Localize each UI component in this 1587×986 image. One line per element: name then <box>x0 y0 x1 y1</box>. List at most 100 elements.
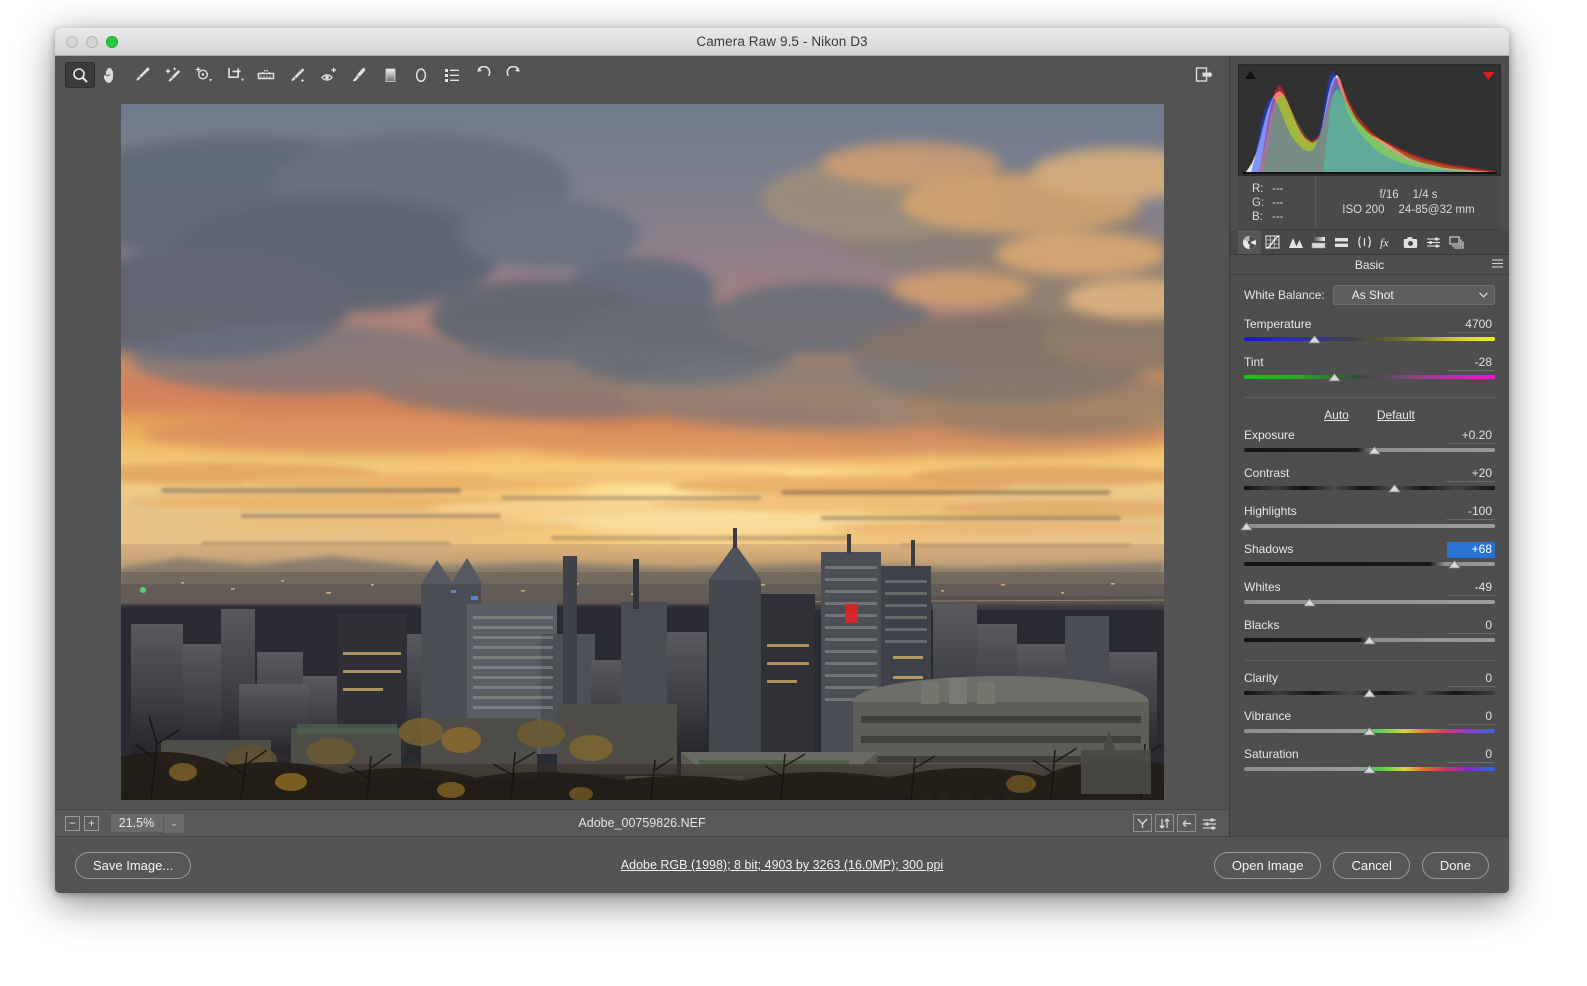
slider-label: Tint <box>1244 355 1264 369</box>
zoom-out-button[interactable]: − <box>65 816 80 831</box>
graduated-filter-tool[interactable] <box>375 62 405 88</box>
tab-snapshots[interactable] <box>1445 230 1468 254</box>
adjustment-brush-tool[interactable] <box>344 62 374 88</box>
slider-knob[interactable] <box>1303 598 1316 608</box>
slider-clarity[interactable]: Clarity 0 <box>1244 671 1495 700</box>
white-balance-tool[interactable] <box>127 62 157 88</box>
slider-value[interactable]: -28 <box>1447 355 1495 371</box>
red-eye-removal-tool[interactable] <box>313 62 343 88</box>
slider-knob[interactable] <box>1363 727 1376 737</box>
presets-tool[interactable] <box>437 62 467 88</box>
slider-track[interactable] <box>1244 445 1495 457</box>
slider-track[interactable] <box>1244 688 1495 700</box>
swap-before-after-icon[interactable] <box>1155 814 1174 832</box>
slider-track[interactable] <box>1244 635 1495 647</box>
before-after-preferences-icon[interactable] <box>1199 814 1221 832</box>
slider-knob[interactable] <box>1368 446 1381 456</box>
slider-value[interactable]: +0.20 <box>1447 428 1495 444</box>
exif-shutter: 1/4 s <box>1413 189 1438 201</box>
slider-value[interactable]: +68 <box>1447 542 1495 558</box>
slider-track[interactable] <box>1244 483 1495 495</box>
readout-row: G: --- <box>1252 197 1315 209</box>
slider-track[interactable] <box>1244 521 1495 533</box>
slider-track[interactable] <box>1244 334 1495 346</box>
raw-photo-preview[interactable] <box>121 104 1164 800</box>
slider-track[interactable] <box>1244 764 1495 776</box>
channel-value-b: --- <box>1272 211 1284 223</box>
slider-knob[interactable] <box>1363 765 1376 775</box>
zoom-level-value[interactable]: 21.5% <box>111 814 163 832</box>
copy-settings-icon[interactable] <box>1177 814 1196 832</box>
slider-label: Whites <box>1244 580 1281 594</box>
auto-link[interactable]: Auto <box>1324 408 1349 422</box>
tab-detail[interactable] <box>1284 230 1307 254</box>
slider-value[interactable]: 0 <box>1447 618 1495 634</box>
slider-temperature[interactable]: Temperature 4700 <box>1244 317 1495 346</box>
slider-knob[interactable] <box>1363 689 1376 699</box>
slider-exposure[interactable]: Exposure +0.20 <box>1244 428 1495 457</box>
targeted-adjustment-tool[interactable] <box>189 62 219 88</box>
open-image-button[interactable]: Open Image <box>1214 852 1322 879</box>
slider-value[interactable]: 0 <box>1447 747 1495 763</box>
panel-menu-icon[interactable] <box>1492 259 1503 271</box>
slider-value[interactable]: 0 <box>1447 671 1495 687</box>
tab-hsl-grayscale[interactable] <box>1307 230 1330 254</box>
crop-tool[interactable] <box>220 62 250 88</box>
rotate-counterclockwise-tool[interactable] <box>468 62 498 88</box>
spot-removal-tool[interactable] <box>282 62 312 88</box>
straighten-tool[interactable] <box>251 62 281 88</box>
slider-blacks[interactable]: Blacks 0 <box>1244 618 1495 647</box>
slider-knob[interactable] <box>1308 335 1321 345</box>
slider-track[interactable] <box>1244 726 1495 738</box>
slider-value[interactable]: +20 <box>1447 466 1495 482</box>
hand-tool[interactable] <box>96 62 126 88</box>
slider-label: Clarity <box>1244 671 1278 685</box>
tab-presets[interactable] <box>1422 230 1445 254</box>
tab-camera-calibration[interactable] <box>1399 230 1422 254</box>
tab-split-toning[interactable] <box>1330 230 1353 254</box>
rotate-clockwise-tool[interactable] <box>499 62 529 88</box>
slider-value[interactable]: -49 <box>1447 580 1495 596</box>
white-balance-value: As Shot <box>1352 288 1394 302</box>
slider-track[interactable] <box>1244 597 1495 609</box>
color-sampler-tool[interactable] <box>158 62 188 88</box>
tab-basic[interactable] <box>1238 230 1261 254</box>
cancel-button[interactable]: Cancel <box>1333 852 1409 879</box>
slider-shadows[interactable]: Shadows +68 <box>1244 542 1495 571</box>
zoom-in-button[interactable]: + <box>84 816 99 831</box>
tab-effects[interactable]: fx <box>1376 230 1399 254</box>
slider-value[interactable]: 0 <box>1447 709 1495 725</box>
slider-knob[interactable] <box>1363 636 1376 646</box>
white-balance-select[interactable]: As Shot <box>1333 285 1495 305</box>
radial-filter-tool[interactable] <box>406 62 436 88</box>
histogram[interactable] <box>1238 64 1501 176</box>
slider-saturation[interactable]: Saturation 0 <box>1244 747 1495 776</box>
slider-tint[interactable]: Tint -28 <box>1244 355 1495 384</box>
preferences-icon[interactable] <box>1191 62 1217 86</box>
slider-value[interactable]: 4700 <box>1447 317 1495 333</box>
wb-sliders-group: Temperature 4700 Tint <box>1244 317 1495 384</box>
tab-lens-corrections[interactable] <box>1353 230 1376 254</box>
toggle-before-after-icon[interactable] <box>1133 814 1152 832</box>
save-image-button[interactable]: Save Image... <box>75 852 191 879</box>
zoom-tool[interactable] <box>65 62 95 88</box>
slider-value[interactable]: -100 <box>1447 504 1495 520</box>
slider-knob[interactable] <box>1240 522 1253 532</box>
shadow-clipping-warning-icon[interactable] <box>1242 68 1259 83</box>
slider-whites[interactable]: Whites -49 <box>1244 580 1495 609</box>
zoom-level-dropdown[interactable]: ⌄ <box>164 814 184 833</box>
slider-highlights[interactable]: Highlights -100 <box>1244 504 1495 533</box>
slider-knob[interactable] <box>1388 484 1401 494</box>
image-canvas[interactable] <box>55 94 1229 809</box>
exif-aperture: f/16 <box>1379 189 1398 201</box>
slider-track[interactable] <box>1244 559 1495 571</box>
slider-track[interactable] <box>1244 372 1495 384</box>
tab-tone-curve[interactable] <box>1261 230 1284 254</box>
done-button[interactable]: Done <box>1422 852 1489 879</box>
default-link[interactable]: Default <box>1377 408 1415 422</box>
slider-contrast[interactable]: Contrast +20 <box>1244 466 1495 495</box>
slider-knob[interactable] <box>1328 373 1341 383</box>
slider-knob[interactable] <box>1448 560 1461 570</box>
slider-vibrance[interactable]: Vibrance 0 <box>1244 709 1495 738</box>
highlight-clipping-warning-icon[interactable] <box>1480 68 1497 83</box>
